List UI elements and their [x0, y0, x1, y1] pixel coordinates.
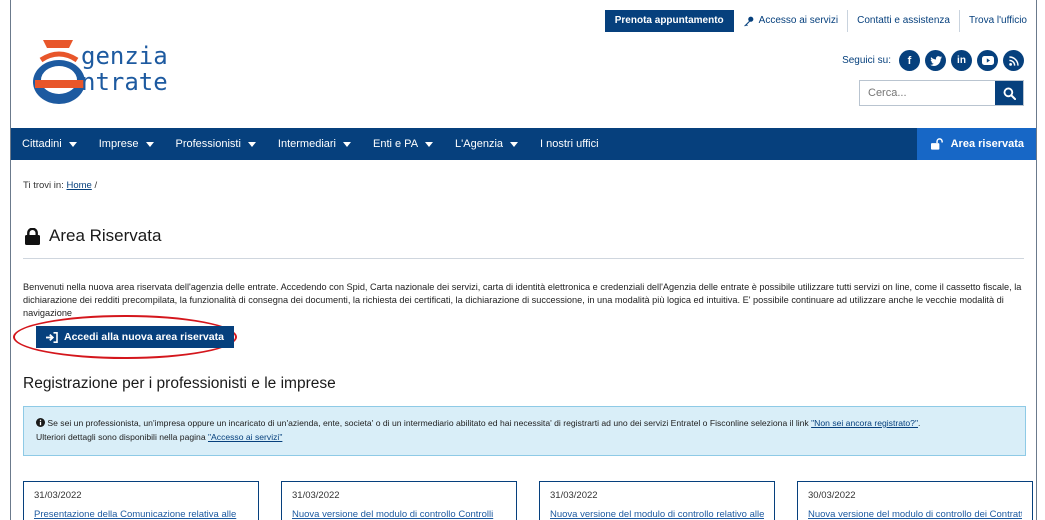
nav-item-intermediari[interactable]: Intermediari: [267, 128, 362, 160]
area-riservata-button[interactable]: Area riservata: [916, 128, 1036, 160]
news-date: 31/03/2022: [292, 490, 340, 501]
nav-label: L'Agenzia: [455, 138, 504, 150]
caret-down-icon: [510, 141, 519, 147]
news-card[interactable]: 31/03/2022 Nuova versione del modulo di …: [281, 481, 517, 520]
news-date: 31/03/2022: [550, 490, 598, 501]
prenota-appuntamento-link[interactable]: Prenota appuntamento: [604, 10, 734, 32]
caret-down-icon: [247, 141, 256, 147]
accedi-label: Accedi alla nuova area riservata: [64, 331, 224, 343]
search-box: [859, 80, 1024, 106]
nav-label: Enti e PA: [373, 138, 419, 150]
news-title-link[interactable]: Presentazione della Comunicazione relati…: [34, 509, 248, 520]
caret-down-icon: [425, 141, 434, 147]
search-icon: [1003, 87, 1016, 100]
intro-paragraph: Benvenuti nella nuova area riservata del…: [23, 282, 1022, 318]
news-title-link[interactable]: Nuova versione del modulo di controllo r…: [550, 509, 764, 520]
nav-item-uffici[interactable]: I nostri uffici: [529, 128, 610, 160]
nav-label: Intermediari: [277, 138, 336, 150]
utility-bar: Prenota appuntamento Accesso ai servizi …: [604, 10, 1036, 32]
nav-item-professionisti[interactable]: Professionisti: [165, 128, 267, 160]
key-icon: [743, 16, 754, 26]
news-date: 31/03/2022: [34, 490, 82, 501]
nav-label: I nostri uffici: [540, 138, 599, 150]
agenzia-entrate-logo[interactable]: genzia ntrate: [29, 30, 219, 110]
news-title-link[interactable]: Nuova versione del modulo di controllo C…: [292, 509, 506, 520]
accesso-servizi-link[interactable]: Accesso ai servizi: [734, 10, 849, 32]
youtube-icon[interactable]: [977, 50, 998, 71]
sign-in-icon: [46, 331, 58, 343]
page-title-text: Area Riservata: [49, 226, 162, 245]
social-label: Seguici su:: [842, 55, 891, 66]
nav-item-imprese[interactable]: Imprese: [88, 128, 165, 160]
nav-label: Imprese: [98, 138, 139, 150]
twitter-icon[interactable]: [925, 50, 946, 71]
info-icon: [36, 418, 45, 427]
accesso-servizi-label: Accesso ai servizi: [758, 15, 839, 26]
accedi-nuova-area-button[interactable]: Accedi alla nuova area riservata: [36, 326, 234, 348]
news-card[interactable]: 30/03/2022 Nuova versione del modulo di …: [797, 481, 1033, 520]
nav-label: Professionisti: [175, 138, 241, 150]
area-riservata-label: Area riservata: [950, 138, 1024, 150]
breadcrumb-prefix: Ti trovi in:: [23, 180, 64, 191]
news-card[interactable]: 31/03/2022 Presentazione della Comunicaz…: [23, 481, 259, 520]
info-line-2: Ulteriori dettagli sono disponibili nell…: [36, 430, 1013, 444]
logo-text-line1: genzia: [81, 42, 168, 70]
lock-icon: [25, 227, 40, 245]
page-title: Area Riservata: [25, 226, 161, 246]
page-frame: Prenota appuntamento Accesso ai servizi …: [10, 0, 1037, 520]
rss-icon[interactable]: [1003, 50, 1024, 71]
nav-label: Cittadini: [22, 138, 62, 150]
caret-down-icon: [68, 141, 77, 147]
main-nav: Cittadini Imprese Professionisti Interme…: [11, 128, 1036, 160]
info-text-1-end: .: [918, 418, 921, 428]
nav-item-agenzia[interactable]: L'Agenzia: [444, 128, 529, 160]
logo-text-line2: ntrate: [81, 68, 168, 96]
title-divider: [23, 258, 1024, 259]
search-button[interactable]: [995, 81, 1023, 105]
breadcrumb-separator: /: [94, 180, 98, 191]
info-line-1: Se sei un professionista, un'impresa opp…: [36, 416, 1013, 430]
section-title: Registrazione per i professionisti e le …: [23, 375, 336, 392]
accesso-ai-servizi-link[interactable]: "Accesso ai servizi": [208, 432, 282, 442]
unlock-icon: [930, 138, 943, 150]
caret-down-icon: [145, 141, 154, 147]
news-title-link[interactable]: Nuova versione del modulo di controllo d…: [808, 509, 1022, 520]
breadcrumb: Ti trovi in: Home /: [23, 180, 97, 191]
non-sei-registrato-link[interactable]: "Non sei ancora registrato?": [811, 418, 918, 428]
contatti-link[interactable]: Contatti e assistenza: [848, 10, 960, 32]
search-input[interactable]: [860, 81, 995, 105]
news-date: 30/03/2022: [808, 490, 856, 501]
trova-ufficio-link[interactable]: Trova l'ufficio: [960, 10, 1036, 32]
info-box: Se sei un professionista, un'impresa opp…: [23, 406, 1026, 456]
caret-down-icon: [343, 141, 351, 147]
facebook-icon[interactable]: f: [899, 50, 920, 71]
news-card[interactable]: 31/03/2022 Nuova versione del modulo di …: [539, 481, 775, 520]
nav-item-enti-pa[interactable]: Enti e PA: [362, 128, 444, 160]
info-text-1: Se sei un professionista, un'impresa opp…: [47, 418, 809, 428]
info-text-2: Ulteriori dettagli sono disponibili nell…: [36, 432, 206, 442]
social-links: Seguici su: f in: [842, 50, 1024, 71]
nav-item-cittadini[interactable]: Cittadini: [11, 128, 88, 160]
news-cards: 31/03/2022 Presentazione della Comunicaz…: [23, 481, 1033, 520]
linkedin-icon[interactable]: in: [951, 50, 972, 71]
breadcrumb-home-link[interactable]: Home: [66, 180, 91, 191]
